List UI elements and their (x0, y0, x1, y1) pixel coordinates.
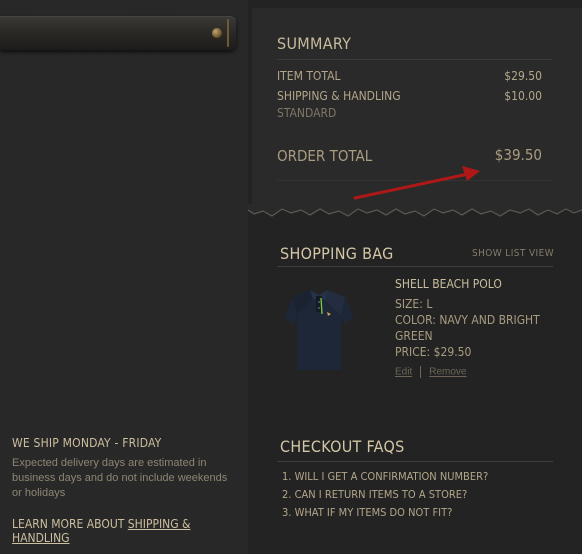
product-price: PRICE: $29.50 (395, 345, 472, 359)
remove-link[interactable]: Remove (429, 367, 466, 378)
faq-item-fit[interactable]: 3. WHAT IF MY ITEMS DO NOT FIT? (282, 506, 452, 519)
order-total-value: $39.50 (494, 146, 542, 164)
learn-more-prefix: LEARN MORE ABOUT (12, 517, 128, 531)
shipping-days-text: Expected delivery days are estimated in … (12, 457, 228, 499)
rivet-icon (212, 28, 222, 38)
order-total-label: ORDER TOTAL (277, 147, 373, 165)
checkout-faqs-divider (277, 461, 553, 462)
torn-paper-edge (248, 204, 582, 217)
polo-shirt-image[interactable] (283, 282, 355, 374)
learn-more-line: LEARN MORE ABOUT SHIPPING & HANDLING (12, 517, 248, 545)
shopping-bag-divider (277, 266, 553, 267)
shipping-method: STANDARD (277, 106, 337, 120)
item-total-label: ITEM TOTAL (277, 69, 341, 83)
faq-item-return[interactable]: 2. CAN I RETURN ITEMS TO A STORE? (282, 488, 467, 501)
summary-title: SUMMARY (277, 34, 352, 53)
item-total-value: $29.50 (504, 69, 542, 83)
product-actions: Edit Remove (395, 366, 466, 378)
show-list-view-link[interactable]: SHOW LIST VIEW (472, 248, 554, 259)
shipping-label: SHIPPING & HANDLING (277, 89, 401, 103)
product-color-cont: GREEN (395, 329, 433, 343)
product-color: COLOR: NAVY AND BRIGHT (395, 313, 540, 327)
edit-link[interactable]: Edit (395, 367, 412, 378)
faq-item-confirmation[interactable]: 1. WILL I GET A CONFIRMATION NUMBER? (282, 470, 488, 483)
product-name[interactable]: SHELL BEACH POLO (395, 277, 502, 291)
shopping-bag-title: SHOPPING BAG (280, 244, 394, 263)
shipping-days-title: WE SHIP MONDAY - FRIDAY (12, 436, 162, 450)
shipping-info: WE SHIP MONDAY - FRIDAY Expected deliver… (12, 436, 232, 501)
summary-divider (277, 59, 552, 60)
shipping-value: $10.00 (504, 89, 542, 103)
product-size: SIZE: L (395, 297, 433, 311)
left-panel: WE SHIP MONDAY - FRIDAY Expected deliver… (0, 0, 248, 554)
leather-strap-icon (0, 16, 236, 50)
red-arrow-icon (353, 166, 480, 200)
action-separator (420, 366, 422, 378)
checkout-faqs-title: CHECKOUT FAQS (280, 437, 405, 456)
